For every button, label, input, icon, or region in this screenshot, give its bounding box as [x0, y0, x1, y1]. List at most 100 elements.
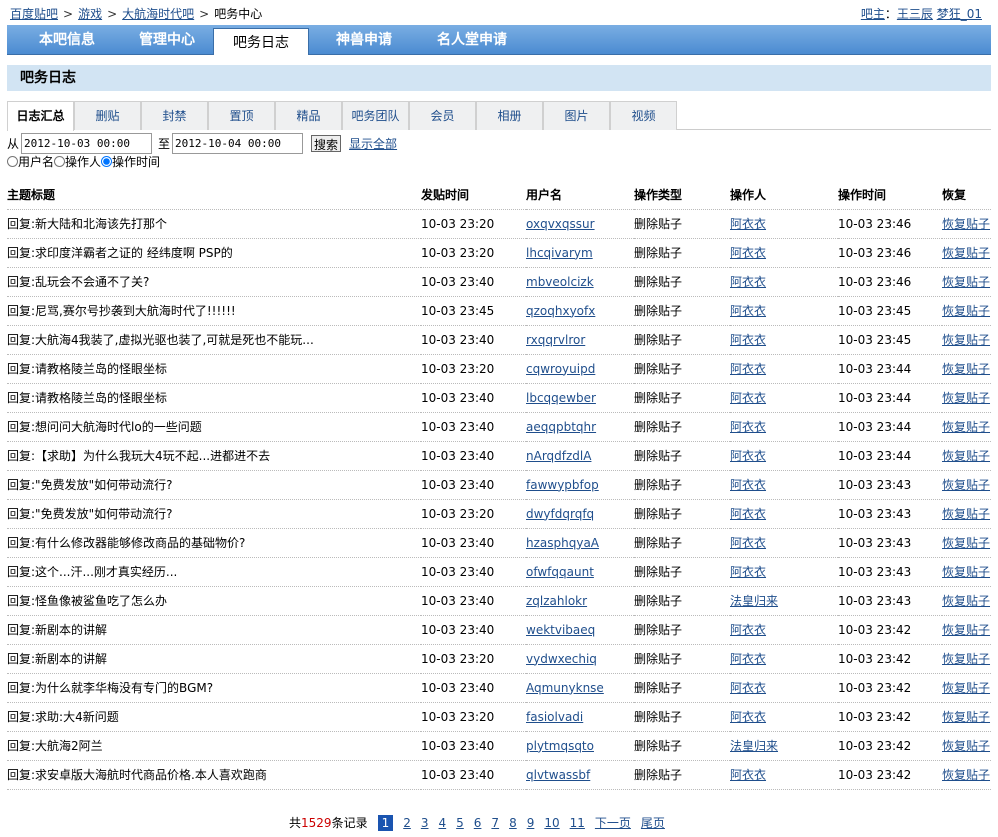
operator-link[interactable]: 阿衣衣 — [730, 652, 766, 666]
username-link[interactable]: oxqvxqssur — [526, 217, 595, 231]
restore-link[interactable]: 恢复贴子 — [942, 304, 990, 318]
username-link[interactable]: ofwfqqaunt — [526, 565, 594, 579]
breadcrumb-link[interactable]: 游戏 — [78, 7, 102, 21]
subtab[interactable]: 置顶 — [208, 101, 275, 130]
operator-link[interactable]: 阿衣衣 — [730, 391, 766, 405]
username-link[interactable]: qzoqhxyofx — [526, 304, 595, 318]
username-link[interactable]: aeqqpbtqhr — [526, 420, 596, 434]
operator-link[interactable]: 阿衣衣 — [730, 449, 766, 463]
sort-radio[interactable] — [54, 156, 66, 167]
sort-radio[interactable] — [101, 156, 113, 167]
operator-link[interactable]: 阿衣衣 — [730, 362, 766, 376]
last-page-link[interactable]: 尾页 — [641, 814, 665, 831]
page-link[interactable]: 9 — [527, 816, 535, 830]
operator-link[interactable]: 阿衣衣 — [730, 217, 766, 231]
page-link[interactable]: 8 — [509, 816, 517, 830]
subtab[interactable]: 精品 — [275, 101, 342, 130]
owner-name-link[interactable]: 王三辰 — [897, 7, 933, 21]
subtab[interactable]: 相册 — [476, 101, 543, 130]
nav-tab[interactable]: 本吧信息 — [14, 25, 120, 54]
restore-link[interactable]: 恢复贴子 — [942, 391, 990, 405]
restore-link[interactable]: 恢复贴子 — [942, 246, 990, 260]
restore-link[interactable]: 恢复贴子 — [942, 652, 990, 666]
operator-link[interactable]: 阿衣衣 — [730, 246, 766, 260]
restore-link[interactable]: 恢复贴子 — [942, 594, 990, 608]
from-date-input[interactable] — [21, 132, 153, 154]
operator-link[interactable]: 阿衣衣 — [730, 420, 766, 434]
page-link[interactable]: 10 — [544, 816, 559, 830]
nav-tab[interactable]: 神兽申请 — [311, 25, 417, 54]
subtab[interactable]: 日志汇总 — [7, 101, 74, 131]
restore-link[interactable]: 恢复贴子 — [942, 275, 990, 289]
subtab[interactable]: 删贴 — [74, 101, 141, 130]
page-link[interactable]: 2 — [403, 816, 411, 830]
restore-link[interactable]: 恢复贴子 — [942, 565, 990, 579]
restore-link[interactable]: 恢复贴子 — [942, 710, 990, 724]
restore-link[interactable]: 恢复贴子 — [942, 449, 990, 463]
operator-link[interactable]: 阿衣衣 — [730, 768, 766, 782]
username-link[interactable]: rxqqrvlror — [526, 333, 585, 347]
restore-link[interactable]: 恢复贴子 — [942, 478, 990, 492]
operator-link[interactable]: 阿衣衣 — [730, 623, 766, 637]
username-link[interactable]: zqlzahlokr — [526, 594, 587, 608]
username-link[interactable]: hzasphqyaA — [526, 536, 599, 550]
operator-link[interactable]: 阿衣衣 — [730, 536, 766, 550]
nav-tab[interactable]: 管理中心 — [114, 25, 220, 54]
username-link[interactable]: qlvtwassbf — [526, 768, 590, 782]
page-link[interactable]: 5 — [456, 816, 464, 830]
operator-link[interactable]: 阿衣衣 — [730, 478, 766, 492]
page-link[interactable]: 3 — [421, 816, 429, 830]
username-link[interactable]: Aqmunyknse — [526, 681, 604, 695]
operator-link[interactable]: 阿衣衣 — [730, 333, 766, 347]
username-link[interactable]: lhcqivarym — [526, 246, 593, 260]
restore-link[interactable]: 恢复贴子 — [942, 333, 990, 347]
username-link[interactable]: dwyfdqrqfq — [526, 507, 594, 521]
nav-tab[interactable]: 吧务日志 — [213, 28, 309, 55]
operator-link[interactable]: 法皇归来 — [730, 739, 778, 753]
nav-tab[interactable]: 名人堂申请 — [412, 25, 532, 54]
subtab[interactable]: 吧务团队 — [342, 101, 409, 130]
next-page-link[interactable]: 下一页 — [595, 814, 631, 831]
username-link[interactable]: fawwypbfop — [526, 478, 599, 492]
restore-link[interactable]: 恢复贴子 — [942, 623, 990, 637]
restore-link[interactable]: 恢复贴子 — [942, 217, 990, 231]
show-all-link[interactable]: 显示全部 — [349, 135, 397, 152]
operator-link[interactable]: 阿衣衣 — [730, 275, 766, 289]
username-link[interactable]: mbveolcizk — [526, 275, 594, 289]
username-link[interactable]: nArqdfzdlA — [526, 449, 591, 463]
restore-link[interactable]: 恢复贴子 — [942, 681, 990, 695]
sort-radio[interactable] — [7, 156, 18, 167]
username-link[interactable]: lbcqqewber — [526, 391, 596, 405]
owner-label-link[interactable]: 吧主 — [861, 7, 885, 21]
operator-link[interactable]: 阿衣衣 — [730, 710, 766, 724]
page-link[interactable]: 7 — [491, 816, 499, 830]
restore-link[interactable]: 恢复贴子 — [942, 507, 990, 521]
page-link[interactable]: 11 — [570, 816, 585, 830]
breadcrumb-link[interactable]: 大航海时代吧 — [122, 7, 194, 21]
page-link[interactable]: 6 — [474, 816, 482, 830]
username-link[interactable]: cqwroyuipd — [526, 362, 595, 376]
restore-link[interactable]: 恢复贴子 — [942, 768, 990, 782]
operator-link[interactable]: 阿衣衣 — [730, 681, 766, 695]
page-link[interactable]: 4 — [439, 816, 447, 830]
owner-name-link[interactable]: 梦狂_01 — [937, 7, 982, 21]
username-link[interactable]: plytmqsqto — [526, 739, 594, 753]
subtab[interactable]: 视频 — [610, 101, 677, 130]
search-button[interactable]: 搜索 — [311, 134, 342, 152]
breadcrumb-link[interactable]: 百度贴吧 — [10, 7, 58, 21]
username-link[interactable]: fasiolvadi — [526, 710, 583, 724]
operator-link[interactable]: 阿衣衣 — [730, 507, 766, 521]
operator-link[interactable]: 法皇归来 — [730, 594, 778, 608]
restore-link[interactable]: 恢复贴子 — [942, 536, 990, 550]
restore-link[interactable]: 恢复贴子 — [942, 362, 990, 376]
username-link[interactable]: vydwxechiq — [526, 652, 597, 666]
subtab[interactable]: 图片 — [543, 101, 610, 130]
operator-link[interactable]: 阿衣衣 — [730, 565, 766, 579]
restore-link[interactable]: 恢复贴子 — [942, 420, 990, 434]
subtab[interactable]: 封禁 — [141, 101, 208, 130]
subtab[interactable]: 会员 — [409, 101, 476, 130]
to-date-input[interactable] — [172, 132, 304, 154]
restore-link[interactable]: 恢复贴子 — [942, 739, 990, 753]
username-link[interactable]: wektvibaeq — [526, 623, 595, 637]
operator-link[interactable]: 阿衣衣 — [730, 304, 766, 318]
